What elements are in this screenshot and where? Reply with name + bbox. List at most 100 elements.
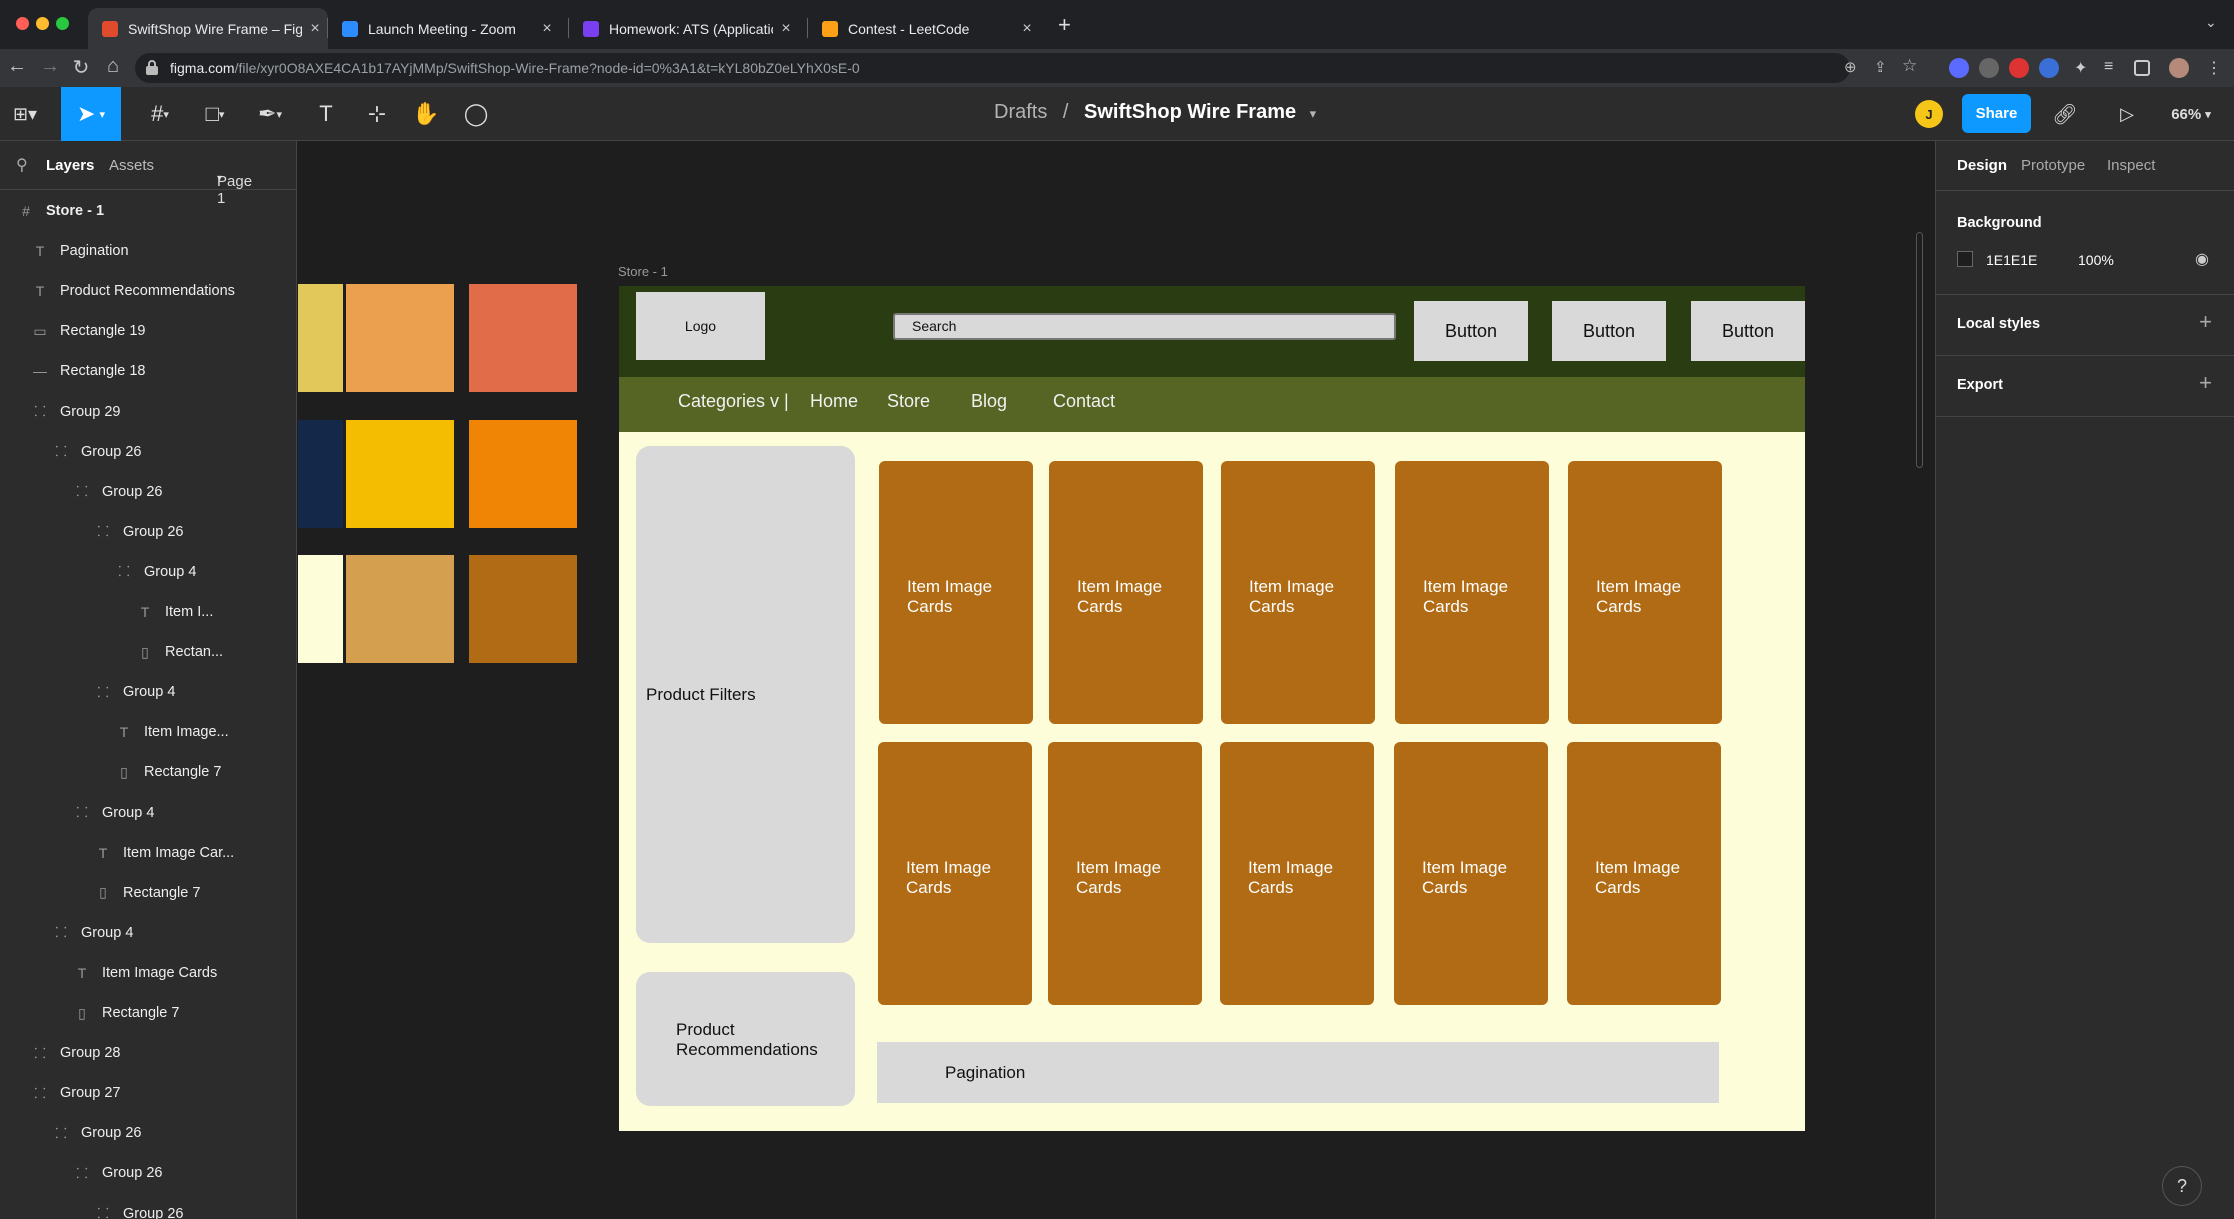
resources-tool-button[interactable]: ⊹ [359,87,395,141]
layer-item[interactable]: ⸬ Group 26 [0,1113,296,1153]
browser-tab[interactable]: SwiftShop Wire Frame – Figma× [88,8,328,49]
browser-tab[interactable]: Contest - LeetCode × [808,8,1040,49]
zoom-icon[interactable]: ⊕ [1844,58,1857,76]
reload-icon[interactable]: ↻ [68,55,94,80]
layer-item[interactable]: T Item Image Car... [0,833,296,873]
comment-tool-button[interactable]: ◯ [458,87,494,141]
color-swatch[interactable] [346,284,454,392]
chevron-down-icon[interactable]: ▾ [1310,106,1317,121]
new-tab-button[interactable]: + [1058,12,1071,38]
layer-item[interactable]: ⸬ Group 26 [0,512,296,552]
close-icon[interactable]: × [302,20,328,38]
close-icon[interactable]: × [1014,20,1040,38]
extension-icon[interactable] [1979,58,1999,78]
layer-item[interactable]: # Store - 1 [0,191,296,231]
move-tool-button[interactable]: ➤ ▾ [61,87,121,141]
layer-item[interactable]: ⸬ Group 4 [0,552,296,592]
tab-layers[interactable]: Layers [46,157,94,174]
tab-title: Homework: ATS (Application Tr [609,20,773,37]
add-icon[interactable]: + [2199,370,2212,396]
avatar[interactable]: J [1915,100,1943,128]
present-play-icon[interactable]: ▷ [2110,87,2144,141]
bookmark-star-icon[interactable]: ☆ [1902,56,1917,76]
profile-avatar-icon[interactable] [2169,58,2189,78]
color-swatch[interactable] [298,420,343,528]
color-swatch[interactable] [469,420,577,528]
canvas-scrollbar[interactable] [1916,232,1923,468]
layer-item[interactable]: ▯ Rectan... [0,632,296,672]
layer-item[interactable]: T Pagination [0,231,296,271]
layer-item[interactable]: ▯ Rectangle 7 [0,873,296,913]
file-name[interactable]: SwiftShop Wire Frame [1084,101,1296,123]
frame-label[interactable]: Store - 1 [618,264,668,279]
browser-tab[interactable]: Homework: ATS (Application Tr× [569,8,799,49]
color-swatch[interactable] [469,555,577,663]
layer-item[interactable]: T Product Recommendations [0,271,296,311]
background-opacity-value[interactable]: 100% [2078,252,2114,268]
search-icon[interactable]: ⚲ [16,155,28,175]
layer-item[interactable]: ▯ Rectangle 7 [0,993,296,1033]
layer-item[interactable]: ⸬ Group 28 [0,1033,296,1073]
forward-icon[interactable]: → [37,55,63,78]
breadcrumb-drafts[interactable]: Drafts [994,101,1047,123]
tab-assets[interactable]: Assets [109,157,154,174]
tab-search-icon[interactable]: ⌄ [2205,14,2217,31]
layer-item[interactable]: ⸬ Group 26 [0,1194,296,1219]
browser-tab[interactable]: Launch Meeting - Zoom × [328,8,560,49]
layer-item[interactable]: ⸬ Group 26 [0,472,296,512]
layer-item[interactable]: ⸬ Group 26 [0,432,296,472]
address-bar[interactable]: figma.com/file/xyr0O8AXE4CA1b17AYjMMp/Sw… [135,53,1917,83]
store-frame[interactable]: Logo Search Button Button Button Categor… [619,286,1805,1131]
frame-tool-button[interactable]: # ▾ [135,87,185,141]
layer-item[interactable]: ⸬ Group 29 [0,392,296,432]
tab-design[interactable]: Design [1957,157,2007,174]
eye-icon[interactable]: ◉ [2195,249,2209,269]
background-hex-value[interactable]: 1E1E1E [1986,252,2037,268]
layer-item[interactable]: ⸬ Group 4 [0,672,296,712]
layer-item[interactable]: ⸬ Group 26 [0,1153,296,1193]
canvas[interactable]: Store - 1 Logo Search Button Button Butt… [298,142,1935,1219]
back-icon[interactable]: ← [4,55,30,78]
zoom-dropdown[interactable]: 66% ▾ [2160,87,2222,141]
tab-prototype[interactable]: Prototype [2021,157,2085,174]
reading-list-icon[interactable]: ≡ [2104,58,2124,78]
pen-tool-button[interactable]: ✒ ▾ [244,87,296,141]
side-panel-icon[interactable] [2134,60,2150,76]
home-icon[interactable]: ⌂ [100,55,126,78]
layer-item[interactable]: ⸬ Group 27 [0,1073,296,1113]
tab-inspect[interactable]: Inspect [2107,157,2155,174]
link-icon[interactable]: 🔗︎ [2048,87,2082,141]
color-swatch[interactable] [469,284,577,392]
close-icon[interactable]: × [534,20,560,38]
layer-item[interactable]: ⸬ Group 4 [0,913,296,953]
help-button[interactable]: ? [2162,1166,2202,1206]
extension-icon[interactable] [1949,58,1969,78]
extension-icon[interactable] [2039,58,2059,78]
shape-tool-button[interactable]: □ ▾ [190,87,240,141]
layer-item[interactable]: T Item Image Cards [0,953,296,993]
close-window-button[interactable] [16,17,29,30]
puzzle-icon[interactable]: ✦ [2074,58,2094,78]
extension-icon[interactable] [2009,58,2029,78]
layer-item[interactable]: ▭ Rectangle 19 [0,311,296,351]
text-tool-button[interactable]: T [308,87,344,141]
minimize-window-button[interactable] [36,17,49,30]
share-button[interactable]: Share [1962,94,2031,133]
layer-item[interactable]: ▯ Rectangle 7 [0,752,296,792]
color-swatch[interactable] [346,420,454,528]
layer-item[interactable]: T Item I... [0,592,296,632]
layer-item[interactable]: ⸬ Group 4 [0,793,296,833]
color-swatch[interactable] [298,555,343,663]
layer-item[interactable]: T Item Image... [0,712,296,752]
menu-icon[interactable]: ⋮ [2206,58,2226,78]
maximize-window-button[interactable] [56,17,69,30]
layer-item[interactable]: — Rectangle 18 [0,351,296,391]
color-swatch[interactable] [346,555,454,663]
color-swatch[interactable] [298,284,343,392]
close-icon[interactable]: × [773,20,799,38]
add-icon[interactable]: + [2199,309,2212,335]
hand-tool-button[interactable]: ✋ [408,87,444,141]
background-color-swatch[interactable] [1957,251,1973,267]
main-menu-button[interactable]: ⊞▾ [0,87,50,141]
share-page-icon[interactable]: ⇪ [1874,58,1887,76]
